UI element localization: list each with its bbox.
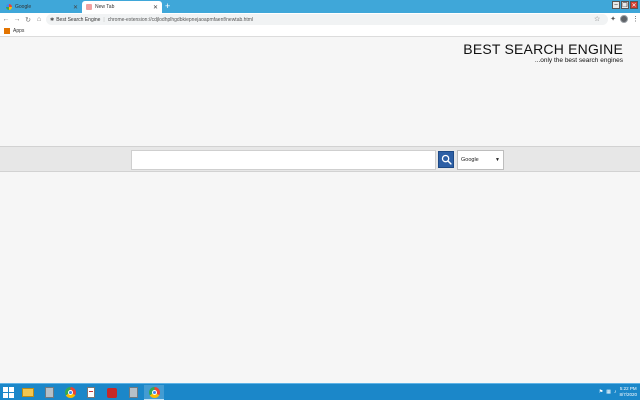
- back-arrow-icon[interactable]: ←: [1, 16, 11, 23]
- document-icon: [87, 387, 95, 398]
- clock[interactable]: 5:22 PM 8/7/2020: [619, 386, 637, 397]
- home-icon[interactable]: ⌂: [34, 16, 44, 23]
- chrome-icon: [64, 387, 76, 398]
- start-button[interactable]: [2, 386, 14, 398]
- tab-close-icon[interactable]: ✕: [153, 4, 158, 11]
- tray-volume-icon[interactable]: ♪: [614, 389, 617, 395]
- new-tab-favicon-icon: [86, 4, 92, 10]
- taskbar-chrome[interactable]: [60, 385, 80, 400]
- clock-date: 8/7/2020: [619, 391, 637, 397]
- recycle-bin-icon: [128, 387, 138, 398]
- tab-label: Google: [15, 4, 32, 10]
- tab-close-icon[interactable]: ✕: [73, 4, 78, 11]
- taskbar-app-tool[interactable]: [102, 385, 122, 400]
- browser-toolbar: ← → ↻ ⌂ ✱ Best Search Engine | chrome-ex…: [0, 13, 640, 26]
- menu-dots-icon[interactable]: ⋮: [632, 15, 639, 23]
- forward-arrow-icon[interactable]: →: [12, 16, 22, 23]
- tab-strip: Google ✕ New Tab ✕ + – ❐ ✕: [0, 0, 640, 13]
- taskbar-document[interactable]: [81, 385, 101, 400]
- engine-selected-label: Google: [461, 157, 479, 163]
- site-name: Best Search Engine: [56, 16, 101, 23]
- close-window-icon[interactable]: ✕: [630, 1, 638, 9]
- taskbar-recycle-bin-2[interactable]: [123, 385, 143, 400]
- search-band: Google ▼: [0, 146, 640, 172]
- search-button[interactable]: [438, 151, 454, 168]
- new-tab-plus-icon[interactable]: +: [165, 1, 170, 12]
- system-tray: ⚑ ▦ ♪ 5:22 PM 8/7/2020: [599, 386, 637, 397]
- page-content: BEST SEARCH ENGINE ...only the best sear…: [0, 37, 640, 383]
- tab-new-tab[interactable]: New Tab ✕: [82, 1, 162, 13]
- url-text: chrome-extension://cdjlodhplhgdbkiepneja…: [107, 16, 254, 23]
- apps-bookmark[interactable]: Apps: [13, 28, 24, 34]
- bookmarks-bar: Apps: [0, 26, 640, 37]
- apps-grid-icon[interactable]: [4, 28, 10, 34]
- minimize-icon[interactable]: –: [612, 1, 620, 9]
- address-bar[interactable]: ✱ Best Search Engine | chrome-extension:…: [46, 14, 608, 25]
- page-title: BEST SEARCH ENGINE: [463, 41, 623, 57]
- tab-google[interactable]: Google ✕: [2, 1, 82, 13]
- taskbar-file-explorer[interactable]: [18, 385, 38, 400]
- chrome-icon: [148, 386, 160, 398]
- extensions-puzzle-icon[interactable]: ✦: [610, 15, 616, 23]
- folder-icon: [22, 388, 34, 397]
- address-separator: |: [103, 16, 105, 23]
- google-favicon-icon: [6, 4, 12, 10]
- restore-icon[interactable]: ❐: [621, 1, 629, 9]
- chevron-down-icon: ▼: [495, 157, 500, 163]
- tool-app-icon: [107, 387, 117, 398]
- tab-label: New Tab: [95, 4, 115, 10]
- search-engine-select[interactable]: Google ▼: [457, 150, 504, 170]
- tray-flag-icon[interactable]: ⚑: [599, 389, 603, 395]
- toolbar-right: ✦ ⋮: [610, 15, 639, 23]
- profile-avatar-icon[interactable]: [620, 15, 628, 23]
- bookmark-star-icon[interactable]: ☆: [594, 15, 600, 23]
- taskbar-chrome-active[interactable]: [144, 385, 164, 400]
- window-controls: – ❐ ✕: [612, 1, 638, 11]
- recycle-bin-icon: [44, 387, 54, 398]
- search-input[interactable]: [131, 150, 436, 170]
- search-icon: [441, 154, 452, 165]
- tray-network-icon[interactable]: ▦: [606, 389, 611, 395]
- clock-time: 5:22 PM: [619, 386, 637, 391]
- taskbar-recycle-bin[interactable]: [39, 385, 59, 400]
- page-tagline: ...only the best search engines: [534, 57, 623, 64]
- reload-icon[interactable]: ↻: [23, 16, 33, 24]
- extension-icon: ✱: [50, 16, 55, 23]
- taskbar: ⚑ ▦ ♪ 5:22 PM 8/7/2020: [0, 383, 640, 400]
